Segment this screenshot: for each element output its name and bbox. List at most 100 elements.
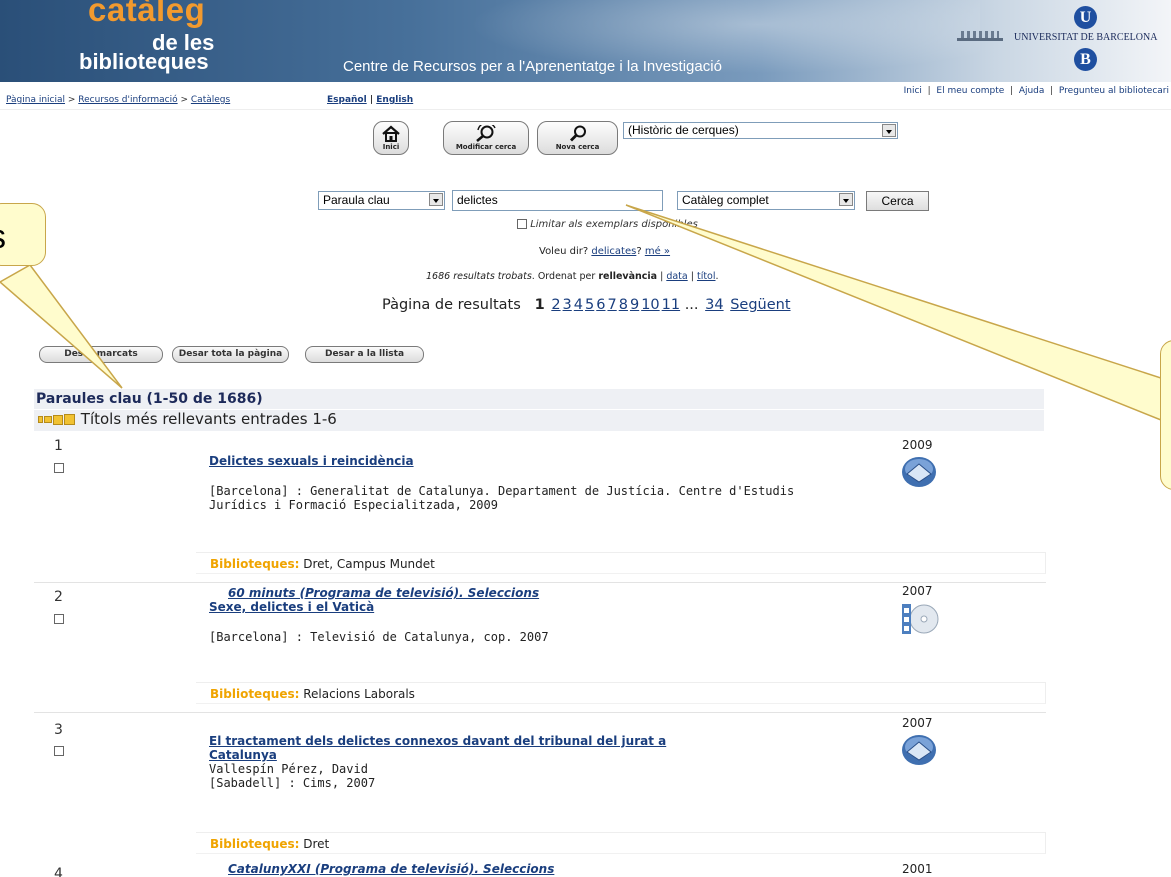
libraries-label: Biblioteques:	[210, 687, 300, 701]
relevant-titles-row: Títols més rellevants entrades 1-6	[34, 410, 1044, 431]
limit-available-label: Limitar als exemplars disponibles	[530, 219, 698, 230]
page-link[interactable]: 3	[563, 297, 572, 313]
scope-select[interactable]: Catàleg complet	[677, 191, 855, 210]
callout-left-text: s	[0, 218, 6, 256]
sort-sep: |	[657, 271, 667, 282]
record-libraries: Biblioteques: Dret	[196, 832, 1046, 854]
page-link[interactable]: 6	[596, 297, 605, 313]
record-number: 1	[54, 438, 63, 454]
record-checkbox[interactable]	[54, 457, 64, 476]
book-icon[interactable]	[900, 734, 938, 770]
record-libraries: Biblioteques: Relacions Laborals	[196, 682, 1046, 704]
book-icon[interactable]	[900, 456, 938, 492]
link-inici[interactable]: Inici	[904, 86, 922, 96]
save-to-list-button[interactable]: Desar a la llista	[305, 346, 424, 363]
callout-right	[1160, 340, 1171, 490]
lang-english[interactable]: English	[376, 95, 413, 105]
video-disc-icon[interactable]	[900, 602, 940, 640]
page-link[interactable]: 10	[641, 297, 659, 313]
result-record: 4 CatalunyXXI (Programa de televisió). S…	[34, 862, 1046, 877]
new-search-icon	[569, 125, 586, 142]
banner-subtitle: Centre de Recursos per a l'Aprenentatge …	[343, 58, 722, 75]
logo-text-biblioteques[interactable]: biblioteques	[79, 49, 209, 75]
record-number: 4	[54, 866, 63, 877]
search-field-value: Paraula clau	[323, 193, 390, 207]
new-search-button[interactable]: Nova cerca	[537, 121, 618, 155]
ub-b-icon: B	[1074, 48, 1097, 71]
libraries-value: Dret	[303, 837, 330, 851]
page-link[interactable]: 7	[607, 297, 616, 313]
link-ask-librarian[interactable]: Pregunteu al bibliotecari	[1059, 86, 1169, 96]
pagination-label: Pàgina de resultats	[382, 297, 521, 313]
libraries-label: Biblioteques:	[210, 557, 300, 571]
page-link[interactable]: 4	[574, 297, 583, 313]
relevance-bar-icon	[53, 414, 63, 425]
record-year: 2001	[902, 862, 933, 876]
did-you-mean-suggestion[interactable]: delicates	[591, 246, 636, 257]
record-number: 3	[54, 722, 63, 738]
lang-espanol[interactable]: Español	[327, 95, 367, 105]
record-checkbox[interactable]	[54, 608, 64, 627]
sort-by-date[interactable]: data	[666, 271, 687, 282]
record-checkbox[interactable]	[54, 740, 64, 759]
record-divider	[34, 582, 1046, 583]
sort-end: .	[715, 271, 719, 282]
libraries-value: Relacions Laborals	[303, 687, 415, 701]
record-divider	[34, 712, 1046, 713]
record-author: Vallespín Pérez, David	[209, 762, 368, 776]
breadcrumb-catalogs[interactable]: Catàlegs	[191, 95, 230, 105]
sort-relevance: rellevància	[598, 271, 658, 282]
pagination-ellipsis: ...	[684, 297, 699, 313]
limit-available-row: Limitar als exemplars disponibles	[517, 219, 698, 230]
record-title-line2[interactable]: Catalunya	[209, 748, 277, 762]
chevron-down-icon[interactable]	[839, 193, 853, 206]
modify-search-icon	[476, 125, 496, 142]
relevance-bar-icon	[64, 414, 75, 425]
relevance-bar-icon	[38, 416, 43, 423]
modify-search-button[interactable]: Modificar cerca	[443, 121, 529, 155]
relevant-titles-label: Títols més rellevants entrades 1-6	[80, 410, 337, 428]
page-link-last[interactable]: 34	[705, 297, 723, 313]
did-you-mean: Voleu dir? delicates? mé »	[539, 246, 670, 257]
page-link[interactable]: 11	[662, 297, 680, 313]
logo-text-cataleg[interactable]: catàleg	[88, 0, 205, 29]
save-marked-button[interactable]: Desar marcats	[39, 346, 163, 363]
result-record: 1 Delictes sexuals i reincidència [Barce…	[34, 438, 1046, 580]
link-help[interactable]: Ajuda	[1019, 86, 1045, 96]
libraries-label: Biblioteques:	[210, 837, 300, 851]
pagination-next[interactable]: Següent	[730, 297, 790, 313]
page-link[interactable]: 8	[619, 297, 628, 313]
university-name[interactable]: UNIVERSITAT DE BARCELONA	[1014, 32, 1157, 43]
chevron-down-icon[interactable]	[882, 124, 896, 137]
record-title-line1[interactable]: El tractament dels delictes connexos dav…	[209, 734, 666, 748]
breadcrumb-resources[interactable]: Recursos d'informació	[78, 95, 177, 105]
breadcrumb-home[interactable]: Pàgina inicial	[6, 95, 65, 105]
did-you-mean-more[interactable]: mé »	[645, 246, 670, 257]
new-search-label: Nova cerca	[555, 143, 600, 151]
search-input-value: delictes	[457, 193, 498, 207]
record-series-title[interactable]: 60 minuts (Programa de televisió). Selec…	[228, 586, 539, 600]
home-button[interactable]: Inici	[373, 121, 409, 155]
sort-sep: |	[687, 271, 697, 282]
record-number: 2	[54, 589, 63, 605]
record-series-title[interactable]: CatalunyXXI (Programa de televisió). Sel…	[228, 862, 554, 876]
did-you-mean-q: ?	[636, 246, 642, 257]
save-page-button[interactable]: Desar tota la pàgina	[172, 346, 289, 363]
record-title[interactable]: Sexe, delictes i el Vaticà	[209, 600, 374, 614]
record-title[interactable]: Delictes sexuals i reincidència	[209, 454, 414, 468]
search-button[interactable]: Cerca	[866, 191, 929, 211]
header-banner: catàleg de les biblioteques Centre de Re…	[0, 0, 1171, 82]
callout-left-pointer	[0, 264, 123, 389]
sort-by-title[interactable]: títol	[697, 271, 716, 282]
link-my-account[interactable]: El meu compte	[936, 86, 1004, 96]
page-link[interactable]: 5	[585, 297, 594, 313]
search-input[interactable]: delictes	[452, 190, 663, 211]
page-link[interactable]: 9	[630, 297, 639, 313]
page-link[interactable]: 2	[551, 297, 560, 313]
search-history-select[interactable]: (Històric de cerques)	[623, 122, 898, 139]
limit-available-checkbox[interactable]	[517, 219, 527, 229]
search-field-select[interactable]: Paraula clau	[318, 191, 445, 210]
chevron-down-icon[interactable]	[429, 193, 443, 206]
search-history-value: (Històric de cerques)	[628, 123, 739, 137]
sort-prefix: . Ordenat per	[531, 271, 599, 282]
